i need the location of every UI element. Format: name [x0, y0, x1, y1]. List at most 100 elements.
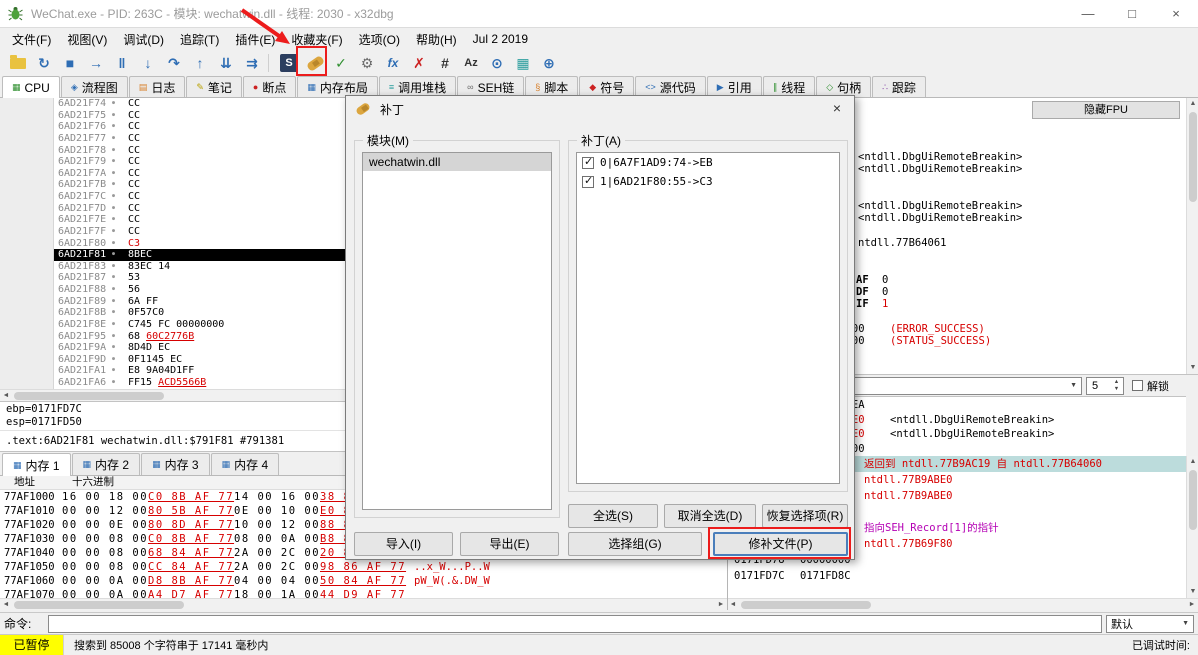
tab-references[interactable]: ▶ 引用 — [706, 76, 762, 97]
scrollbar-thumb[interactable] — [14, 601, 184, 609]
tab-cpu[interactable]: ▦ CPU — [2, 76, 60, 98]
registers-vscrollbar[interactable] — [1186, 98, 1198, 374]
spinner-arrows-icon[interactable]: ▲ ▼ — [1111, 379, 1122, 393]
dialog-title-bar[interactable]: 补丁 — [346, 96, 854, 122]
memory-map-button[interactable]: ▦ — [511, 52, 535, 74]
stack-row[interactable]: 0171FD7C 0171FD8C — [728, 568, 1186, 584]
restart-button[interactable]: ↻ — [32, 52, 56, 74]
unlock-checkbox[interactable]: 解锁 — [1132, 378, 1169, 394]
dump-address: 77AF1010 — [4, 505, 55, 517]
call-stack-icon: ≡ — [388, 82, 395, 92]
settings-button[interactable]: ⚙ — [355, 52, 379, 74]
disasm-bytes: E8 9A04D1FF — [128, 365, 195, 377]
dump-row[interactable]: 77AF1050 00 00 08 00 CC 84 AF 77 2A 00 2… — [0, 560, 727, 574]
tab-breakpoints[interactable]: ● 断点 — [242, 76, 297, 97]
scroll-left-icon[interactable] — [727, 599, 739, 610]
import-button[interactable]: 导入(I) — [354, 532, 453, 556]
tab-memory-1[interactable]: ▦ 内存 1 — [2, 453, 71, 476]
export-button[interactable]: 导出(E) — [460, 532, 559, 556]
scrollbar-thumb[interactable] — [1189, 470, 1197, 530]
dump-row[interactable]: 77AF1060 00 00 0A 00 D8 8B AF 77 04 00 0… — [0, 574, 727, 588]
tab-symbols[interactable]: ◆ 符号 — [579, 76, 635, 97]
tab-memory-2[interactable]: ▦ 内存 2 — [71, 453, 141, 475]
args-count-spinner[interactable]: 5 ▲ ▼ — [1086, 376, 1124, 395]
maximize-button[interactable]: □ — [1110, 0, 1154, 28]
tab-trace[interactable]: ∴ 跟踪 — [872, 76, 926, 97]
tab-source[interactable]: <> 源代码 — [635, 76, 706, 97]
command-profile-select[interactable]: 默认 ▼ — [1106, 614, 1194, 633]
menu-help[interactable]: 帮助(H) — [408, 29, 465, 50]
restore-selection-button[interactable]: 恢复选择项(R) — [762, 504, 848, 528]
handles-globe-button[interactable]: ⊕ — [537, 52, 561, 74]
scroll-right-icon[interactable] — [715, 599, 727, 610]
scroll-left-icon[interactable] — [0, 599, 12, 610]
stack-hscrollbar[interactable] — [727, 598, 1198, 610]
scrollbar-thumb[interactable] — [14, 392, 164, 400]
checkbox-checked-icon[interactable] — [582, 174, 594, 188]
tab-log[interactable]: ▤ 日志 — [128, 76, 186, 97]
dialog-close-button[interactable]: × — [828, 100, 846, 116]
stop-button[interactable]: ■ — [58, 52, 82, 74]
step-over-button[interactable]: ↷ — [162, 52, 186, 74]
minimize-button[interactable]: — — [1066, 0, 1110, 28]
scroll-down-icon[interactable] — [1187, 362, 1198, 374]
menu-file[interactable]: 文件(F) — [4, 29, 59, 50]
modules-list[interactable]: wechatwin.dll — [362, 152, 552, 510]
tab-memory-3[interactable]: ▦ 内存 3 — [141, 453, 210, 475]
tab-memory-4[interactable]: ▦ 内存 4 — [210, 453, 280, 475]
close-button[interactable]: × — [1154, 0, 1198, 28]
step-user-button[interactable]: ⇊ — [214, 52, 238, 74]
patch-item[interactable]: 1|6AD21F80:55->C3 — [577, 172, 839, 191]
dump-hscrollbar[interactable] — [0, 598, 727, 610]
select-group-button[interactable]: 选择组(G) — [568, 532, 702, 556]
command-input[interactable] — [48, 614, 1102, 633]
patches-list[interactable]: 0|6A7F1AD9:74->EB 1|6AD21F80:55->C3 — [576, 152, 840, 484]
patch-item[interactable]: 0|6A7F1AD9:74->EB — [577, 153, 839, 172]
open-file-button[interactable] — [6, 52, 30, 74]
favourites-button[interactable]: ✓ — [329, 52, 353, 74]
pause-button[interactable]: ‖ — [110, 52, 134, 74]
scroll-down-icon[interactable] — [1187, 586, 1198, 598]
disasm-bytes: 8D4D EC — [128, 342, 171, 354]
tab-notes[interactable]: ✎ 笔记 — [186, 76, 242, 97]
select-all-button[interactable]: 全选(S) — [568, 504, 658, 528]
tab-seh[interactable]: ∞ SEH链 — [457, 76, 525, 97]
stack-vscrollbar[interactable] — [1186, 456, 1198, 598]
trace-button[interactable]: ⇉ — [240, 52, 264, 74]
strings-az-button[interactable]: Az — [459, 52, 483, 74]
step-into-button[interactable]: ↓ — [136, 52, 160, 74]
scroll-up-icon[interactable] — [1187, 98, 1198, 110]
checkbox-checked-icon[interactable] — [582, 155, 594, 169]
scrollbar-thumb[interactable] — [1189, 112, 1197, 202]
hash-breakpoints-button[interactable]: # — [433, 52, 457, 74]
execute-till-return-button[interactable]: ↑ — [188, 52, 212, 74]
tab-call-stack[interactable]: ≡ 调用堆栈 — [378, 76, 457, 97]
disasm-bytes: CC — [128, 202, 141, 214]
toolbar: ↻ ■ → ‖ ↓ ↷ ↑ ⇊ ⇉ S ✓ ⚙ fx ✗ # Az ⊙ ▦ ⊕ — [0, 50, 1198, 76]
stack-comment: 返回到 ntdll.77B9AC19 自 ntdll.77B64060 — [864, 458, 1102, 470]
menu-debug[interactable]: 调试(D) — [115, 29, 172, 50]
menu-options[interactable]: 选项(O) — [351, 29, 408, 50]
tab-memory-map[interactable]: ▦ 内存布局 — [297, 76, 378, 97]
scrollbar-thumb[interactable] — [741, 601, 871, 609]
menu-trace[interactable]: 追踪(T) — [172, 29, 227, 50]
scroll-up-icon[interactable] — [1187, 456, 1198, 468]
checkbox-icon[interactable] — [1132, 380, 1143, 391]
tab-graph[interactable]: ◈ 流程图 — [60, 76, 128, 97]
scroll-left-icon[interactable] — [0, 390, 12, 401]
breakpoint-gutter[interactable] — [0, 98, 54, 389]
tab-handles[interactable]: ◇ 句柄 — [816, 76, 872, 97]
menu-view[interactable]: 视图(V) — [59, 29, 115, 50]
search-button[interactable]: ⊙ — [485, 52, 509, 74]
tab-label: 源代码 — [659, 80, 696, 95]
hide-fpu-button[interactable]: 隐藏FPU — [1032, 101, 1180, 119]
module-item-wechatwin[interactable]: wechatwin.dll — [363, 153, 551, 171]
tab-script[interactable]: § 脚本 — [525, 76, 579, 97]
scroll-right-icon[interactable] — [1186, 599, 1198, 610]
calculator-fx-button[interactable]: fx — [381, 52, 405, 74]
run-button[interactable]: → — [84, 52, 108, 74]
close-x-button[interactable]: ✗ — [407, 52, 431, 74]
tab-threads[interactable]: ∥ 线程 — [762, 76, 816, 97]
dump-row[interactable]: 77AF1070 00 00 0A 00 A4 D7 AF 77 18 00 1… — [0, 588, 727, 598]
deselect-all-button[interactable]: 取消全选(D) — [664, 504, 756, 528]
